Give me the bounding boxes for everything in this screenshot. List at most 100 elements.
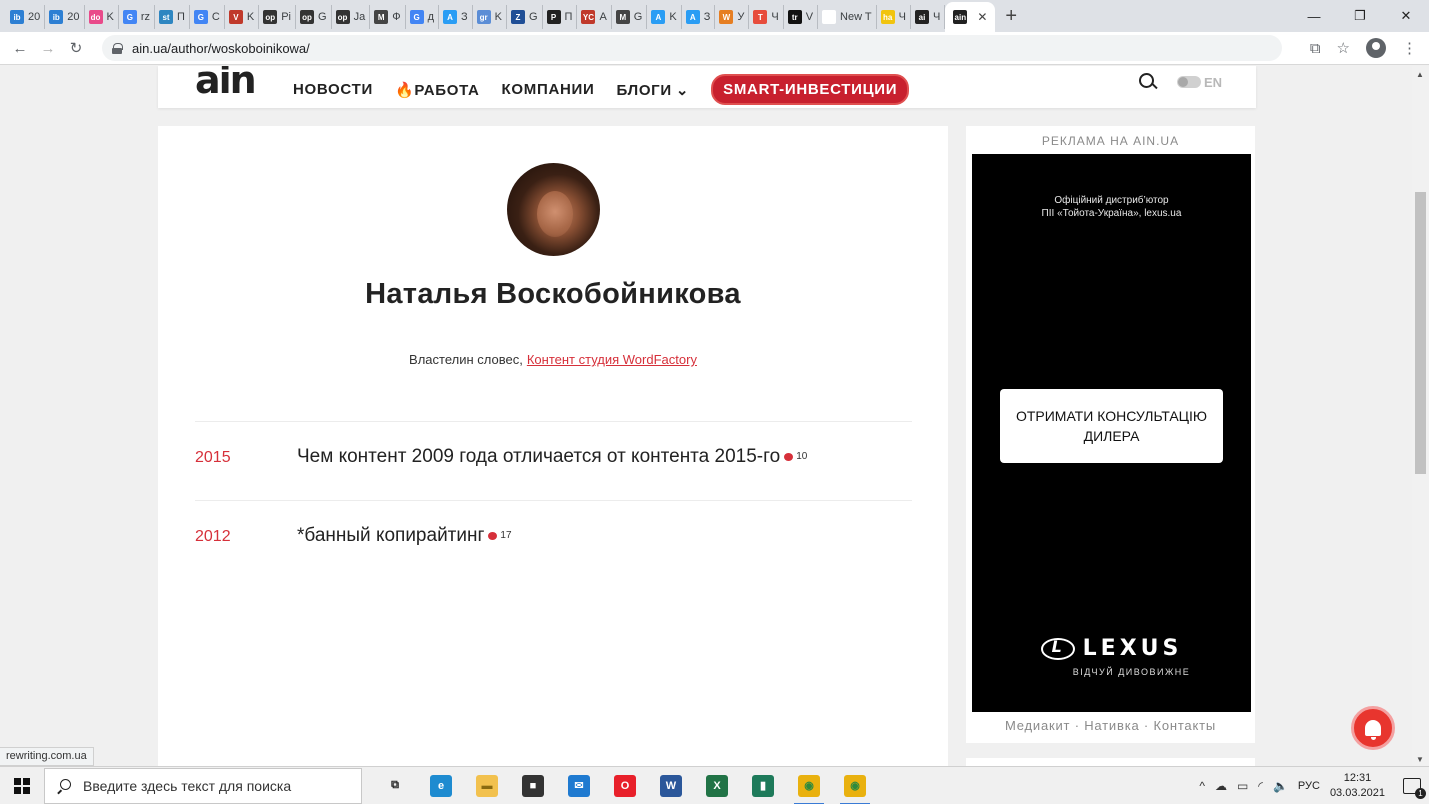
scrollbar-thumb[interactable] <box>1415 192 1426 474</box>
network-icon[interactable]: ☁ <box>1215 779 1227 793</box>
taskbar-app-mail[interactable]: ✉ <box>556 767 602 804</box>
new-tab-button[interactable]: + <box>1005 6 1017 26</box>
comments-count[interactable]: 17 <box>488 530 512 541</box>
post-item[interactable]: 2012 *банный копирайтинг 17 <box>195 500 912 579</box>
browser-tab[interactable]: AЗ <box>682 5 716 29</box>
browser-tab[interactable]: op G <box>296 5 332 29</box>
excel-icon: X <box>706 774 728 797</box>
browser-tab-active[interactable]: ain ✕ <box>945 2 996 32</box>
battery-icon[interactable]: ▭ <box>1237 779 1248 793</box>
tab-close-icon[interactable]: ✕ <box>977 10 987 24</box>
browser-tab[interactable]: Grz <box>119 5 156 29</box>
reload-button[interactable]: ↻ <box>62 39 90 57</box>
sidebar-ad-block: РЕКЛАМА НА AIN.UA Офіційний дистриб’ютор… <box>966 126 1255 743</box>
browser-tab[interactable]: WУ <box>715 5 750 29</box>
taskbar-app-app-green[interactable]: ▮ <box>740 767 786 804</box>
browser-tab[interactable]: do K <box>85 5 119 29</box>
taskbar-app-excel[interactable]: X <box>694 767 740 804</box>
browser-tab[interactable]: AЗ <box>439 5 473 29</box>
notification-bell-button[interactable] <box>1351 706 1395 750</box>
browser-tab[interactable]: New T <box>818 5 877 29</box>
nav-smart-investments-button[interactable]: SMART-ИНВЕСТИЦИИ <box>711 74 910 105</box>
clock[interactable]: 12:31 03.03.2021 <box>1330 771 1385 801</box>
wifi-icon[interactable]: ◜ <box>1258 779 1263 793</box>
search-icon[interactable] <box>1138 73 1157 91</box>
browser-tab[interactable]: TЧ <box>749 5 784 29</box>
url-input[interactable]: ain.ua/author/woskoboinikowa/ <box>102 35 1282 61</box>
taskbar-app-chrome[interactable]: ◉ <box>786 767 832 804</box>
translate-icon[interactable]: ⧉ <box>1310 40 1321 57</box>
ain-logo[interactable]: ain <box>195 66 257 102</box>
language-label: EN <box>1203 74 1222 90</box>
language-toggle[interactable]: EN <box>1176 74 1222 90</box>
browser-tab[interactable]: op Ja <box>332 5 371 29</box>
browser-tab[interactable]: AK <box>647 5 682 29</box>
post-title-link[interactable]: *банный копирайтинг 17 <box>297 525 512 547</box>
scroll-down-icon[interactable]: ▼ <box>1416 755 1424 764</box>
browser-tab[interactable]: PП <box>543 5 578 29</box>
taskbar-search-input[interactable]: Введите здесь текст для поиска <box>44 767 362 804</box>
post-title: *банный копирайтинг <box>297 525 485 546</box>
taskbar-app-opera[interactable]: O <box>602 767 648 804</box>
nav-jobs[interactable]: 🔥РАБОТА <box>395 81 480 99</box>
tab-favicon-icon: A <box>651 10 666 24</box>
browser-tab[interactable]: tr V <box>784 5 819 29</box>
browser-tab[interactable]: ai Ч <box>911 5 946 29</box>
volume-icon[interactable]: 🔈 <box>1273 779 1288 793</box>
browser-menu-icon[interactable]: ⋮ <box>1402 39 1417 57</box>
tab-title: New T <box>840 11 872 23</box>
action-center-icon[interactable] <box>1403 778 1426 799</box>
scroll-up-icon[interactable]: ▲ <box>1416 70 1424 79</box>
link-status-bar: rewriting.com.ua <box>0 747 94 766</box>
tray-chevron-icon[interactable]: ^ <box>1199 779 1205 793</box>
address-bar-row: ← → ↻ ain.ua/author/woskoboinikowa/ ⧉ ☆ … <box>0 32 1429 65</box>
post-title-link[interactable]: Чем контент 2009 года отличается от конт… <box>297 446 807 468</box>
taskbar-app-store[interactable]: ■ <box>510 767 556 804</box>
close-window-button[interactable]: ✕ <box>1383 0 1429 32</box>
minimize-button[interactable]: — <box>1291 0 1337 32</box>
tab-favicon-icon: ain <box>953 10 968 24</box>
ad-footer-links[interactable]: Медиакит · Нативка · Контакты <box>966 718 1255 733</box>
browser-tab[interactable]: ha Ч <box>877 5 911 29</box>
browser-tab[interactable]: MФ <box>370 5 406 29</box>
lexus-ad-banner[interactable]: Офіційний дистриб’ютор ПІІ «Тойота-Украї… <box>972 154 1251 712</box>
browser-tab[interactable]: op Pi <box>259 5 296 29</box>
browser-tab[interactable]: Gд <box>406 5 439 29</box>
ad-distributor-line: Офіційний дистриб’ютор <box>1054 195 1169 206</box>
ad-cta-button[interactable]: ОТРИМАТИ КОНСУЛЬТАЦІЮ ДИЛЕРА <box>1000 389 1223 463</box>
browser-tab[interactable]: VK <box>225 5 260 29</box>
lock-icon[interactable] <box>112 42 123 54</box>
nav-news[interactable]: НОВОСТИ <box>293 81 373 98</box>
comments-count[interactable]: 10 <box>784 451 807 462</box>
browser-tab[interactable]: ib 20 <box>6 5 46 29</box>
taskbar-app-explorer[interactable]: ▬ <box>464 767 510 804</box>
bookmark-star-icon[interactable]: ☆ <box>1337 39 1350 57</box>
forward-button[interactable]: → <box>34 40 62 57</box>
taskbar-app-edge[interactable]: e <box>418 767 464 804</box>
browser-tab[interactable]: st П <box>155 5 190 29</box>
start-button[interactable] <box>0 777 44 794</box>
tab-favicon-icon: ib <box>10 10 24 24</box>
mail-icon: ✉ <box>568 774 590 797</box>
browser-tab[interactable]: YC A <box>577 5 612 29</box>
page-scrollbar[interactable]: ▲ ▼ <box>1412 66 1429 766</box>
tab-favicon-icon: A <box>685 10 700 24</box>
taskbar-app-chrome-2[interactable]: ◉ <box>832 767 878 804</box>
restore-button[interactable]: ❐ <box>1337 0 1383 32</box>
back-button[interactable]: ← <box>6 40 34 57</box>
tab-favicon-icon: st <box>159 10 174 24</box>
taskbar-app-word[interactable]: W <box>648 767 694 804</box>
taskbar-app-task-view[interactable]: ⧉ <box>372 767 418 804</box>
input-language[interactable]: РУС <box>1298 780 1320 792</box>
browser-tab[interactable]: GC <box>190 5 225 29</box>
post-item[interactable]: 2015 Чем контент 2009 года отличается от… <box>195 421 912 500</box>
nav-companies[interactable]: КОМПАНИИ <box>502 81 595 98</box>
author-company-link[interactable]: Контент студия WordFactory <box>527 352 697 367</box>
profile-avatar-icon[interactable] <box>1366 38 1386 58</box>
nav-blogs[interactable]: БЛОГИ ⌄ <box>616 81 689 99</box>
browser-tab[interactable]: ib 20 <box>45 5 85 29</box>
browser-tab[interactable]: ZG <box>507 5 543 29</box>
lexus-wordmark: LEXUS <box>1082 636 1183 661</box>
browser-tab[interactable]: gr K <box>473 5 507 29</box>
browser-tab[interactable]: MG <box>612 5 648 29</box>
